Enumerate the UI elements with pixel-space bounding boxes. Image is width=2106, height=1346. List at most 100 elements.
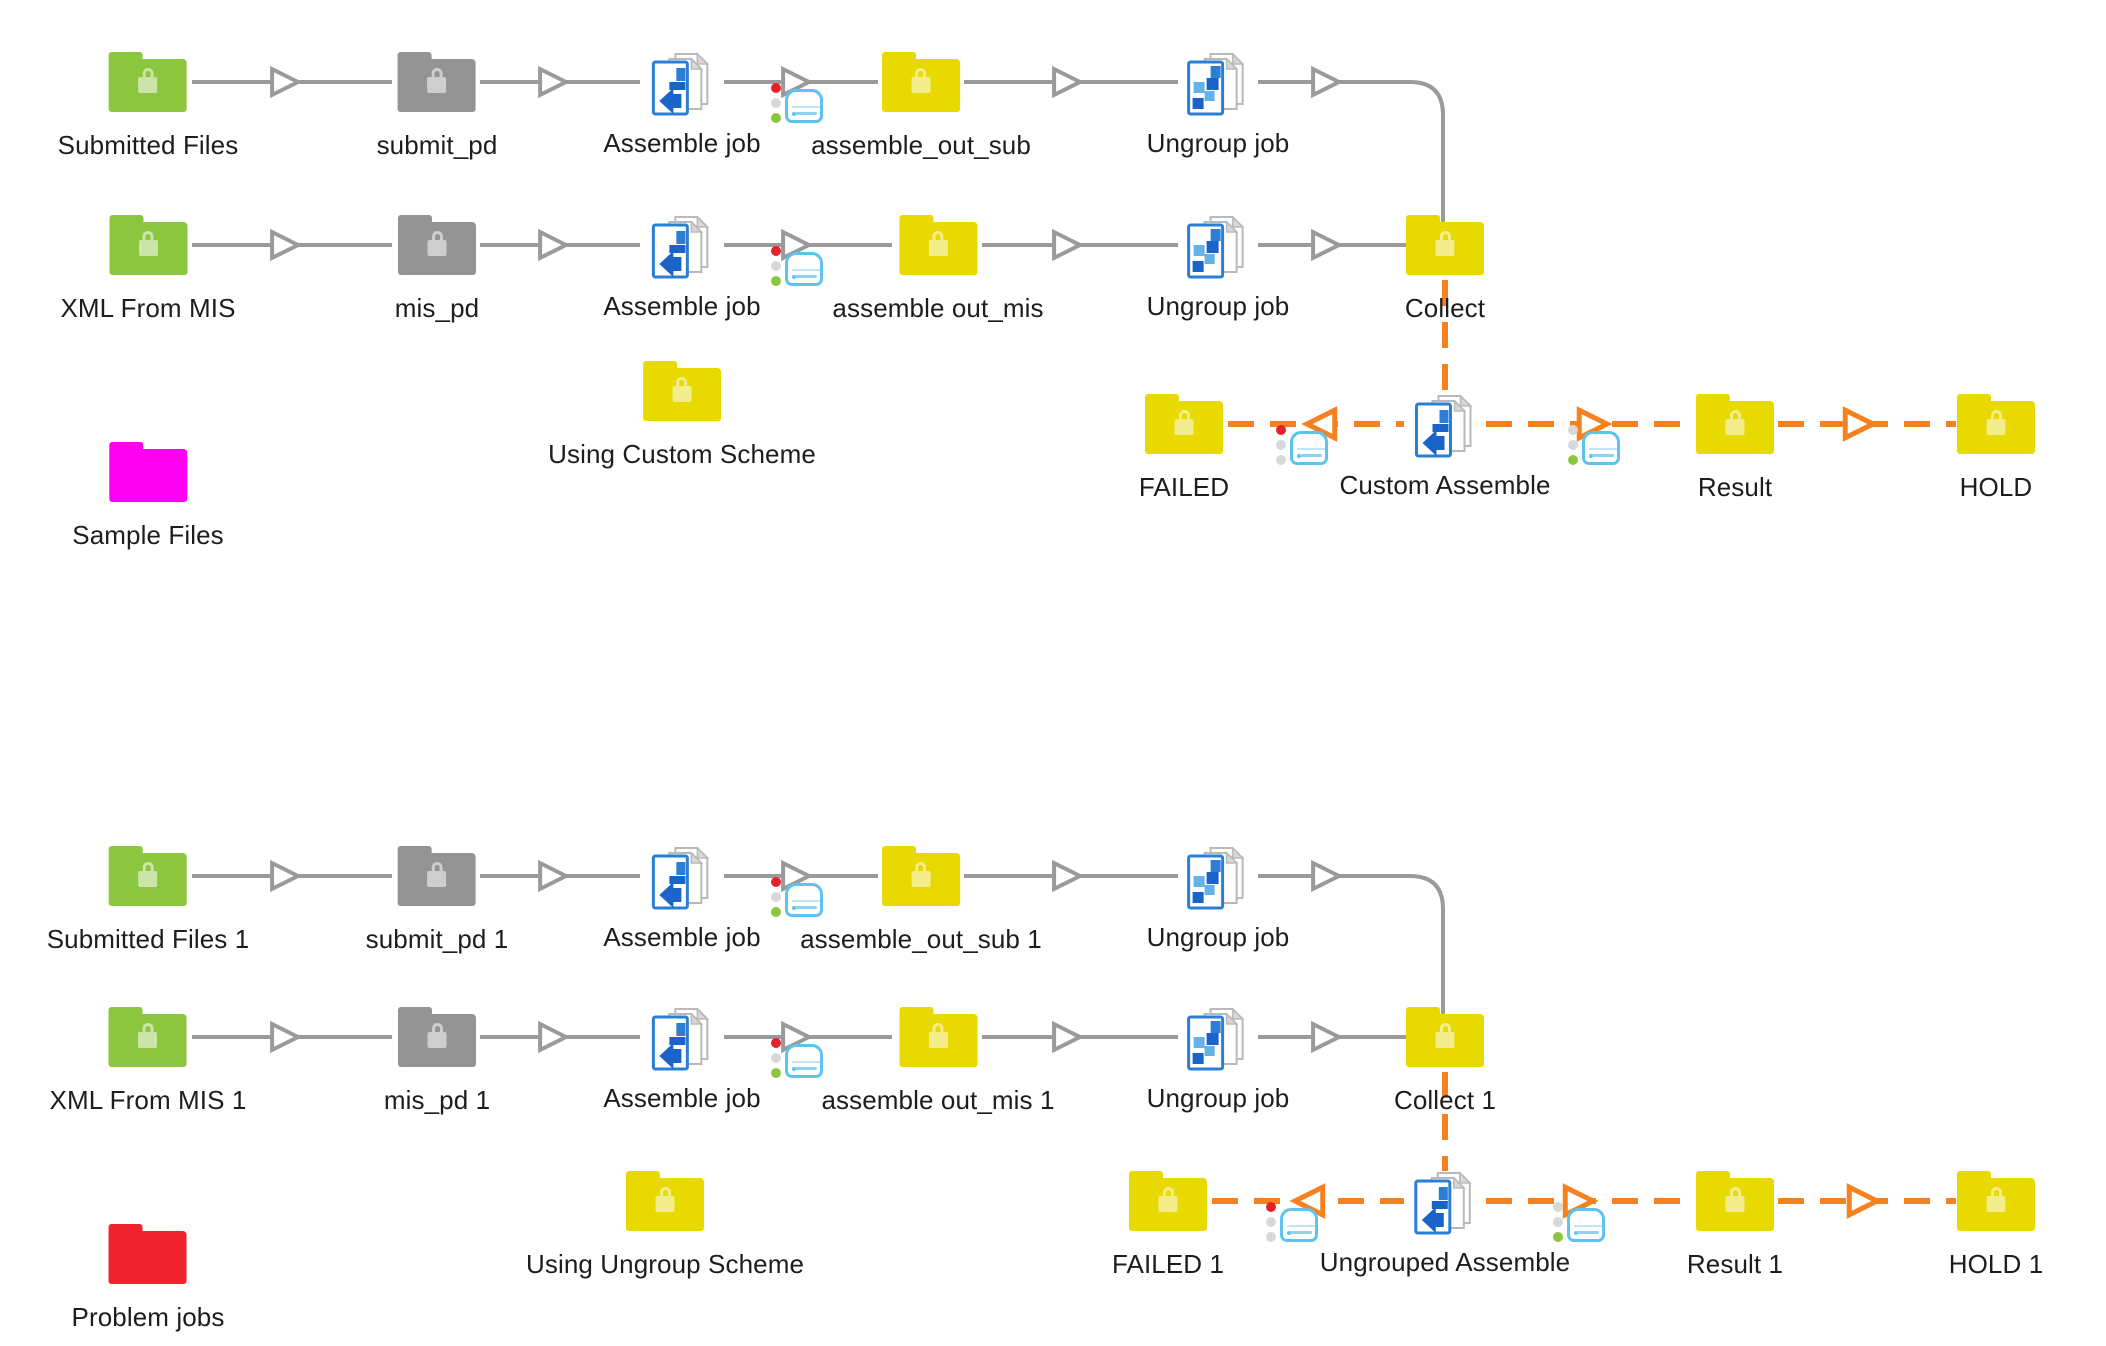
node-xml_from_mis_1[interactable]: XML From MIS 1 bbox=[50, 1007, 247, 1115]
node-label: Ungroup job bbox=[1146, 128, 1290, 158]
node-sample_files[interactable]: Sample Files bbox=[72, 442, 224, 550]
node-using_ungroup_scheme[interactable]: Using Ungroup Scheme bbox=[526, 1171, 804, 1279]
arrowhead bbox=[1052, 228, 1085, 262]
node-icon bbox=[1129, 394, 1239, 468]
node-result_1[interactable]: Result 1 bbox=[1680, 1171, 1790, 1279]
folder-icon bbox=[1128, 1171, 1207, 1231]
lock-icon bbox=[138, 1032, 158, 1048]
lock-icon bbox=[1435, 240, 1455, 256]
node-ungroup_job_3[interactable]: Ungroup job bbox=[1147, 844, 1290, 952]
node-icon bbox=[1941, 394, 2051, 468]
node-icon bbox=[866, 52, 976, 126]
node-label: Collect 1 bbox=[1393, 1085, 1497, 1115]
node-label: Submitted Files bbox=[57, 130, 239, 160]
node-ungroup_job_4[interactable]: Ungroup job bbox=[1147, 1005, 1290, 1113]
node-failed[interactable]: FAILED bbox=[1129, 394, 1239, 502]
status-dot bbox=[1276, 455, 1286, 465]
node-result[interactable]: Result bbox=[1680, 394, 1790, 502]
node-assemble_job_1[interactable]: Assemble job bbox=[603, 50, 761, 158]
folder-icon bbox=[643, 361, 721, 421]
status-lamp-lamp_sub[interactable] bbox=[771, 83, 825, 127]
arrowhead bbox=[270, 859, 303, 893]
node-submit_pd[interactable]: submit_pd bbox=[377, 52, 498, 160]
status-dot bbox=[771, 261, 781, 271]
node-label: Sample Files bbox=[72, 520, 224, 550]
node-collect[interactable]: Collect bbox=[1390, 215, 1500, 323]
node-icon bbox=[627, 1005, 737, 1079]
node-assemble_job_2[interactable]: Assemble job bbox=[603, 213, 761, 321]
node-label: HOLD 1 bbox=[1948, 1249, 2044, 1279]
lock-icon bbox=[138, 871, 158, 887]
status-dot bbox=[1276, 440, 1286, 450]
node-mis_pd_1[interactable]: mis_pd 1 bbox=[382, 1007, 492, 1115]
folder-icon bbox=[1406, 215, 1484, 275]
status-dot bbox=[1568, 455, 1578, 465]
node-icon bbox=[93, 215, 203, 289]
status-dot bbox=[1553, 1217, 1563, 1227]
node-mis_pd[interactable]: mis_pd bbox=[382, 215, 492, 323]
node-using_custom_scheme[interactable]: Using Custom Scheme bbox=[548, 361, 816, 469]
arrowhead bbox=[1311, 1020, 1344, 1054]
status-lamp-lamp_failed[interactable] bbox=[1276, 425, 1330, 469]
status-dot bbox=[771, 276, 781, 286]
lock-icon bbox=[928, 1032, 948, 1048]
node-label: Result bbox=[1697, 472, 1773, 502]
lock-icon bbox=[655, 1196, 675, 1212]
lock-icon bbox=[1158, 1196, 1178, 1212]
status-dot bbox=[1276, 425, 1286, 435]
node-failed_1[interactable]: FAILED 1 bbox=[1112, 1171, 1224, 1279]
node-submitted_files_1[interactable]: Submitted Files 1 bbox=[47, 846, 250, 954]
node-ungrouped_assemble[interactable]: Ungrouped Assemble bbox=[1320, 1169, 1570, 1277]
status-lamp-lamp_result_1[interactable] bbox=[1553, 1202, 1607, 1246]
node-assemble_job_3[interactable]: Assemble job bbox=[603, 844, 761, 952]
node-assemble_out_sub_1[interactable]: assemble_out_sub 1 bbox=[800, 846, 1042, 954]
node-icon bbox=[382, 846, 492, 920]
status-lamp-lamp_result[interactable] bbox=[1568, 425, 1622, 469]
node-label: Result 1 bbox=[1686, 1249, 1784, 1279]
folder-icon bbox=[1696, 394, 1774, 454]
node-icon bbox=[1390, 1007, 1500, 1081]
node-ungroup_job_2[interactable]: Ungroup job bbox=[1147, 213, 1290, 321]
node-icon bbox=[627, 361, 737, 435]
node-collect_1[interactable]: Collect 1 bbox=[1390, 1007, 1500, 1115]
status-lamp-lamp_sub_1[interactable] bbox=[771, 877, 825, 921]
folder-icon bbox=[109, 52, 187, 112]
node-submitted_files[interactable]: Submitted Files bbox=[58, 52, 239, 160]
lock-icon bbox=[928, 240, 948, 256]
node-ungroup_job_1[interactable]: Ungroup job bbox=[1147, 50, 1290, 158]
lock-icon bbox=[911, 77, 931, 93]
node-hold_1[interactable]: HOLD 1 bbox=[1941, 1171, 2051, 1279]
node-icon bbox=[883, 1007, 993, 1081]
node-problem_jobs[interactable]: Problem jobs bbox=[72, 1224, 225, 1332]
node-xml_from_mis[interactable]: XML From MIS bbox=[60, 215, 235, 323]
node-label: HOLD bbox=[1959, 472, 2033, 502]
status-dot bbox=[1553, 1202, 1563, 1212]
node-assemble_out_mis_1[interactable]: assemble out_mis 1 bbox=[821, 1007, 1054, 1115]
status-lamp-lamp_mis_1[interactable] bbox=[771, 1038, 825, 1082]
node-label: assemble_out_sub 1 bbox=[800, 924, 1042, 954]
status-lamp-lamp_failed_1[interactable] bbox=[1266, 1202, 1320, 1246]
node-label: assemble out_mis bbox=[832, 293, 1044, 323]
node-icon bbox=[1680, 1171, 1790, 1245]
folder-icon bbox=[1406, 1007, 1484, 1067]
status-dot bbox=[771, 113, 781, 123]
node-icon bbox=[1163, 844, 1273, 918]
status-lamp-lamp_mis[interactable] bbox=[771, 246, 825, 290]
connector-layer bbox=[192, 65, 1956, 1219]
folder-icon bbox=[625, 1171, 704, 1231]
folder-icon bbox=[1957, 1171, 2035, 1231]
node-icon bbox=[93, 846, 203, 920]
lock-icon bbox=[427, 871, 447, 887]
drive-icon bbox=[785, 883, 823, 917]
arrowhead bbox=[1311, 228, 1344, 262]
node-assemble_job_4[interactable]: Assemble job bbox=[603, 1005, 761, 1113]
node-custom_assemble[interactable]: Custom Assemble bbox=[1339, 392, 1550, 500]
node-assemble_out_mis[interactable]: assemble out_mis bbox=[832, 215, 1043, 323]
folder-icon bbox=[398, 846, 476, 906]
node-label: Assemble job bbox=[603, 128, 761, 158]
node-submit_pd_1[interactable]: submit_pd 1 bbox=[366, 846, 509, 954]
node-assemble_out_sub[interactable]: assemble_out_sub bbox=[811, 52, 1031, 160]
node-label: Submitted Files 1 bbox=[46, 924, 250, 954]
node-label: Custom Assemble bbox=[1339, 470, 1551, 500]
node-hold[interactable]: HOLD bbox=[1941, 394, 2051, 502]
